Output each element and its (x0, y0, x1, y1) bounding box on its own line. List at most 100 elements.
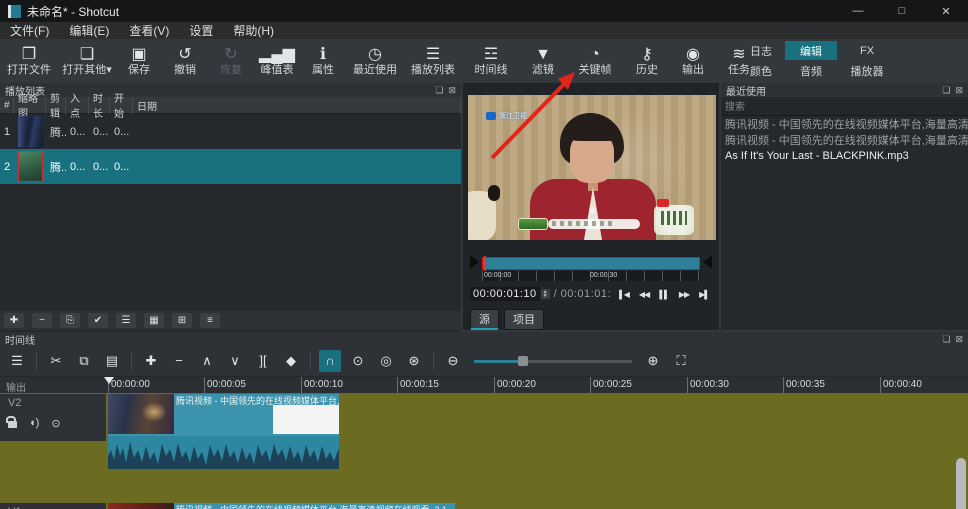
timeline-menu-button[interactable]: ☰ (6, 350, 28, 372)
redo-button: ↻ 恢复 (208, 39, 254, 83)
properties-button[interactable]: ℹ 属性 (300, 39, 346, 83)
playlist-icon: ☰ (426, 46, 440, 64)
track-head-v1[interactable]: V1 ◖) ⊙ (0, 503, 106, 509)
tab-edit[interactable]: 编辑 (785, 41, 837, 60)
playlist-button[interactable]: ☰ 播放列表 (404, 39, 462, 83)
timeline-vertical-scrollbar[interactable] (956, 458, 966, 509)
timeline-button[interactable]: ☲ 时间线 (462, 39, 520, 83)
playlist-float-icon[interactable]: ❏ (435, 85, 443, 96)
marker-button[interactable]: ◆ (280, 350, 302, 372)
menu-file[interactable]: 文件(F) (0, 22, 59, 39)
menu-view[interactable]: 查看(V) (119, 22, 179, 39)
recent-button[interactable]: ◷ 最近使用 (346, 39, 404, 83)
menu-edit[interactable]: 编辑(E) (59, 22, 119, 39)
tab-source[interactable]: 源 (470, 309, 499, 330)
hide-icon[interactable]: ⊙ (51, 417, 60, 430)
player-scrub-area: 00:00:00 00:00:30 (470, 255, 712, 281)
pause-button[interactable]: ▌▌ (656, 290, 672, 299)
split-button[interactable]: ][ (252, 350, 274, 372)
in-point-marker[interactable] (470, 255, 479, 269)
recent-item[interactable]: As If It's Your Last - BLACKPINK.mp3 (721, 148, 968, 164)
close-button[interactable]: ✕ (924, 0, 968, 22)
ripple-all-tracks-button[interactable]: ⊛ (403, 350, 425, 372)
out-point-marker[interactable] (703, 255, 712, 269)
timeline-close-icon[interactable]: ⊠ (955, 334, 963, 345)
overwrite-button[interactable]: ∨ (224, 350, 246, 372)
zhejiang-tv-icon (486, 112, 496, 120)
scrub-ruler[interactable]: 00:00:00 00:00:30 (482, 271, 700, 281)
playlist-menu-button[interactable]: ≡ (200, 313, 220, 328)
selected-clip-segment[interactable] (273, 405, 339, 434)
video-preview[interactable]: 浙江卫视 (468, 95, 716, 240)
export-button[interactable]: ◉ 输出 (670, 39, 716, 83)
ripple-button[interactable]: ◎ (375, 350, 397, 372)
track-head-v2[interactable]: V2 ◖) ⊙ (0, 394, 106, 441)
timeline-zoom-slider[interactable] (474, 356, 632, 366)
tab-project[interactable]: 项目 (504, 309, 544, 330)
open-other-button[interactable]: ❏ 打开其他▾ (58, 39, 116, 83)
skip-end-button[interactable]: ▶▌ (696, 290, 712, 299)
ripple-delete-button[interactable]: − (168, 350, 190, 372)
recent-title: 最近使用 (726, 83, 766, 98)
playlist-row-2[interactable]: 2 腾... 0... 0... 0... (0, 149, 461, 184)
zoom-in-button[interactable]: ⊕ (642, 350, 664, 372)
playlist-close-icon[interactable]: ⊠ (448, 85, 456, 96)
open-other-icon: ❏ (80, 46, 94, 64)
open-file-button[interactable]: ❐ 打开文件 (0, 39, 58, 83)
playlist-add-button[interactable]: ✚ (4, 313, 24, 328)
rewind-button[interactable]: ◀◀ (636, 290, 652, 299)
playlist-row-1[interactable]: 1 腾... 0... 0... 0... (0, 114, 461, 149)
lock-icon[interactable] (8, 421, 17, 428)
tab-color[interactable]: 颜色 (738, 61, 784, 80)
timeline-ruler[interactable]: 输出 00:00:00 00:00:05 00:00:10 00:00:15 0… (0, 377, 968, 393)
keyframes-button[interactable]: ◔ 关键帧 (566, 39, 624, 83)
zoom-slider-handle[interactable] (518, 356, 528, 366)
recent-search-input[interactable] (721, 101, 968, 116)
tab-fx[interactable]: FX (838, 41, 896, 60)
scrub-playhead[interactable] (484, 256, 486, 271)
menu-help[interactable]: 帮助(H) (223, 22, 284, 39)
recent-item[interactable]: 腾讯视频 - 中国领先的在线视频媒体平台,海量高清视频... (721, 116, 968, 132)
timeline-clip-v1[interactable]: 腾讯视频 - 中国领先的在线视频媒体平台,海量高清视频在线观看_2.1 (108, 503, 455, 509)
undo-button[interactable]: ↺ 撤销 (162, 39, 208, 83)
mute-icon[interactable]: ◖) (29, 417, 39, 430)
fast-forward-button[interactable]: ▶▶ (676, 290, 692, 299)
playlist-select-button[interactable]: ✔ (88, 313, 108, 328)
timeline-playhead[interactable] (104, 377, 114, 384)
history-button[interactable]: ⚷ 历史 (624, 39, 670, 83)
playlist-view-details-button[interactable]: ☰ (116, 313, 136, 328)
timeline-float-icon[interactable]: ❏ (942, 334, 950, 345)
playlist-view-tiles-button[interactable]: ▦ (144, 313, 164, 328)
save-button[interactable]: ▣ 保存 (116, 39, 162, 83)
paste-button[interactable]: ▤ (101, 350, 123, 372)
menu-settings[interactable]: 设置 (179, 22, 223, 39)
minimize-button[interactable]: — (836, 0, 880, 22)
peak-meter-button[interactable]: ▂▄▆ 峰值表 (254, 39, 300, 83)
tab-audio[interactable]: 音频 (785, 61, 837, 80)
tab-player[interactable]: 播放器 (838, 61, 896, 80)
playlist-view-icons-button[interactable]: ⊞ (172, 313, 192, 328)
timeline-clip-v2[interactable]: 腾讯视频 - 中国领先的在线视频媒体平台,海 (108, 394, 339, 469)
filters-button[interactable]: ▼ 滤镜 (520, 39, 566, 83)
skip-start-button[interactable]: ▌◀ (616, 290, 632, 299)
maximize-button[interactable]: □ (880, 0, 924, 22)
zoom-fit-button[interactable]: ⛶ (670, 350, 692, 372)
snap-button[interactable]: ∩ (319, 350, 341, 372)
zoom-out-button[interactable]: ⊖ (442, 350, 464, 372)
tab-logs[interactable]: 日志 (738, 41, 784, 60)
lift-button[interactable]: ∧ (196, 350, 218, 372)
scrub-bar[interactable] (482, 257, 700, 270)
copy-button[interactable]: ⧉ (73, 350, 95, 372)
recent-item[interactable]: 腾讯视频 - 中国领先的在线视频媒体平台,海量高清视频... (721, 132, 968, 148)
recent-float-icon[interactable]: ❏ (942, 85, 950, 96)
playlist-update-button[interactable]: ⎘ (60, 313, 80, 328)
position-timecode[interactable]: 00:00:01:10 (470, 287, 540, 301)
recent-close-icon[interactable]: ⊠ (955, 85, 963, 96)
transport-controls: ▌◀ ◀◀ ▌▌ ▶▶ ▶▌ (616, 290, 712, 299)
timecode-spinner[interactable]: ▲ ▼ (541, 289, 550, 299)
cut-button[interactable]: ✂ (45, 350, 67, 372)
scrub-while-dragging-button[interactable]: ⊙ (347, 350, 369, 372)
append-button[interactable]: ✚ (140, 350, 162, 372)
playlist-remove-button[interactable]: − (32, 313, 52, 328)
clip-thumbnail (18, 116, 43, 147)
